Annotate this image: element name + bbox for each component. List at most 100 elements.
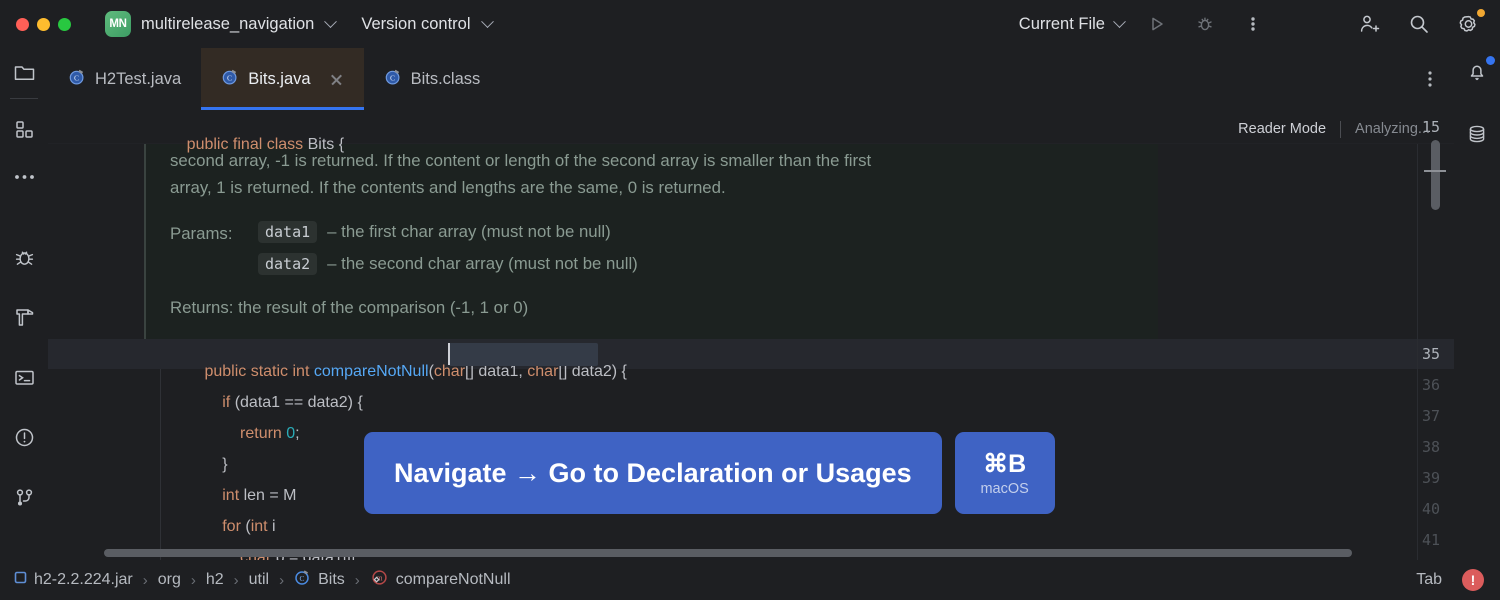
close-icon[interactable]	[329, 72, 344, 87]
close-window-button[interactable]	[16, 18, 29, 31]
settings-update-badge	[1477, 9, 1485, 17]
line-number: 40	[1422, 500, 1440, 518]
code-line-15: public final class Bits {	[160, 118, 344, 172]
java-class-icon: C	[294, 569, 311, 591]
line-number: 37	[1422, 407, 1440, 425]
line-number: 36	[1422, 376, 1440, 394]
editor-right-edge	[1417, 110, 1418, 560]
sidebar-item-debug[interactable]	[1, 233, 47, 281]
breadcrumb-item-h2[interactable]: h2	[206, 571, 224, 589]
javadoc-rendered-block: second array, -1 is returned. If the con…	[144, 143, 1158, 340]
tab-label: H2Test.java	[95, 70, 181, 89]
breadcrumb-label: h2	[206, 571, 224, 589]
javadoc-param-row-2: data2 – the second char array (must not …	[258, 253, 638, 275]
breadcrumb: h2-2.2.224.jar › org › h2 › util › C	[14, 568, 511, 592]
maximize-window-button[interactable]	[58, 18, 71, 31]
tab-options-button[interactable]	[1428, 48, 1432, 110]
breadcrumb-label: util	[249, 571, 269, 589]
chevron-down-icon[interactable]	[481, 15, 494, 28]
breadcrumb-separator: ›	[191, 572, 196, 589]
editor-tab-bar: C H2Test.java C Bits.java C	[48, 48, 1454, 110]
token: class	[267, 136, 308, 153]
param-description: – the second char array (must not be nul…	[327, 254, 638, 274]
notifications-bell-icon[interactable]	[1454, 48, 1500, 96]
titlebar-right-controls: Current File	[1019, 0, 1500, 48]
tab-h2test-java[interactable]: C H2Test.java	[48, 48, 201, 110]
hint-action-box: Navigate → Go to Declaration or Usages	[364, 432, 942, 514]
rail-divider	[10, 98, 38, 99]
right-tool-rail	[1454, 48, 1500, 560]
sidebar-item-project[interactable]	[1, 48, 47, 96]
version-control-menu[interactable]: Version control	[361, 15, 470, 34]
param-description: – the first char array (must not be null…	[327, 222, 611, 242]
token: final	[233, 136, 267, 153]
indent-mode-label[interactable]: Tab	[1416, 571, 1442, 589]
identifier-highlight	[449, 343, 598, 366]
tab-bits-java[interactable]: C Bits.java	[201, 48, 363, 110]
token: public	[187, 136, 233, 153]
editor-inspection-bar: Reader Mode Analyzing...	[1224, 110, 1444, 148]
line-number: 39	[1422, 469, 1440, 487]
token: Bits	[308, 136, 339, 153]
reader-mode-label[interactable]: Reader Mode	[1224, 121, 1340, 137]
scrollbar-marker	[1424, 170, 1446, 172]
breadcrumb-label: h2-2.2.224.jar	[34, 571, 133, 589]
javadoc-param-row-1: data1 – the first char array (must not b…	[258, 221, 611, 243]
hint-shortcut-box: ⌘B macOS	[955, 432, 1055, 514]
javadoc-returns-line: Returns: the result of the comparison (-…	[170, 298, 528, 318]
sidebar-item-more[interactable]	[1, 153, 47, 201]
notification-badge	[1486, 56, 1495, 65]
error-status-badge[interactable]: !	[1462, 569, 1484, 591]
tab-bits-class[interactable]: C Bits.class	[364, 48, 501, 110]
debug-button[interactable]	[1188, 7, 1222, 41]
hint-action-label: Navigate → Go to Declaration or Usages	[394, 458, 912, 489]
sidebar-item-git[interactable]	[1, 473, 47, 521]
line-number: 38	[1422, 438, 1440, 456]
run-configuration-selector[interactable]: Current File	[1019, 15, 1105, 34]
svg-text:C: C	[390, 73, 395, 82]
more-options-button[interactable]	[1236, 7, 1270, 41]
vertical-scrollbar-thumb[interactable]	[1431, 140, 1440, 210]
add-user-icon[interactable]	[1352, 7, 1386, 41]
sidebar-item-problems[interactable]	[1, 413, 47, 461]
sidebar-item-structure[interactable]	[1, 105, 47, 153]
left-tool-rail	[0, 48, 48, 560]
code-editor[interactable]: Reader Mode Analyzing... 15 public final…	[48, 110, 1454, 560]
horizontal-scrollbar-thumb[interactable]	[104, 549, 1352, 557]
javadoc-params-label: Params:	[170, 224, 232, 244]
tab-label: Bits.java	[248, 70, 310, 89]
line-number: 35	[1422, 345, 1440, 363]
breadcrumb-item-org[interactable]: org	[158, 571, 181, 589]
run-button[interactable]	[1140, 7, 1174, 41]
chevron-down-icon[interactable]	[1113, 15, 1126, 28]
status-bar-right: Tab !	[1416, 569, 1484, 591]
chevron-down-icon[interactable]	[324, 15, 337, 28]
window-controls	[16, 18, 71, 31]
javadoc-description-line-2: array, 1 is returned. If the contents an…	[170, 178, 726, 198]
svg-text:C: C	[300, 574, 305, 583]
breadcrumb-separator: ›	[355, 572, 360, 589]
shortcut-hint-overlay: Navigate → Go to Declaration or Usages ⌘…	[364, 432, 1055, 514]
breadcrumb-item-jar[interactable]: h2-2.2.224.jar	[14, 571, 133, 589]
breadcrumb-separator: ›	[234, 572, 239, 589]
breadcrumb-item-method[interactable]: m compareNotNull	[370, 568, 511, 592]
line-number: 41	[1422, 531, 1440, 549]
breadcrumb-separator: ›	[279, 572, 284, 589]
search-icon[interactable]	[1402, 7, 1436, 41]
svg-text:C: C	[74, 73, 79, 82]
project-name[interactable]: multirelease_navigation	[141, 15, 314, 34]
breadcrumb-item-bits[interactable]: C Bits	[294, 569, 345, 591]
settings-gear-icon[interactable]	[1452, 7, 1486, 41]
status-bar: h2-2.2.224.jar › org › h2 › util › C	[0, 560, 1500, 600]
breadcrumb-label: org	[158, 571, 181, 589]
sidebar-item-build[interactable]	[1, 293, 47, 341]
breadcrumb-item-util[interactable]: util	[249, 571, 269, 589]
hint-shortcut-keys: ⌘B	[983, 449, 1026, 479]
token: ;	[295, 425, 299, 442]
minimize-window-button[interactable]	[37, 18, 50, 31]
sidebar-item-database[interactable]	[1454, 110, 1500, 158]
tab-label: Bits.class	[411, 70, 481, 89]
sidebar-item-terminal[interactable]	[1, 353, 47, 401]
title-bar: MN multirelease_navigation Version contr…	[0, 0, 1500, 48]
project-badge[interactable]: MN	[105, 11, 131, 37]
